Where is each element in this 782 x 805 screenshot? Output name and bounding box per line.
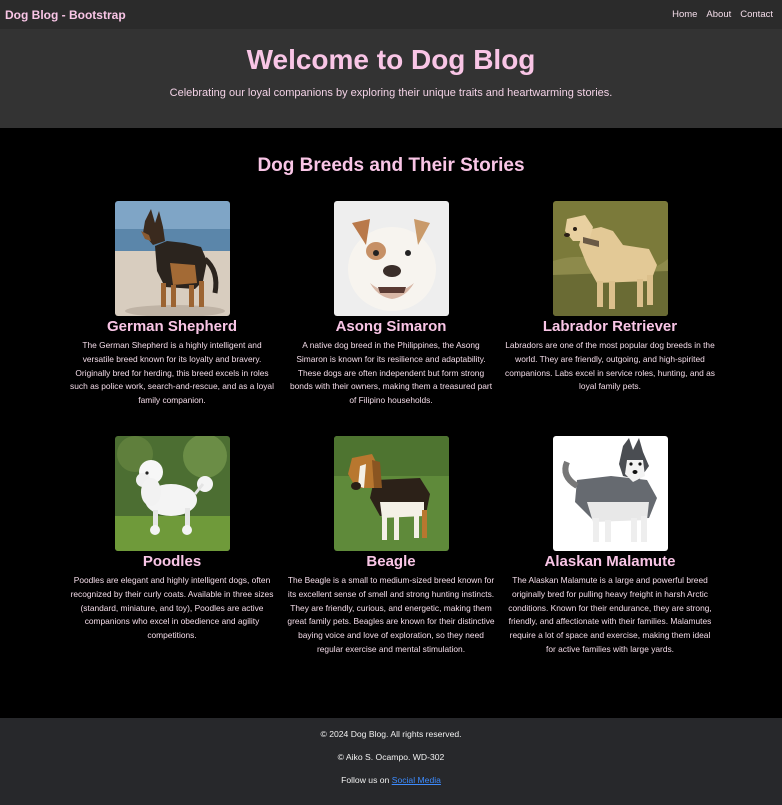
hero-title: Welcome to Dog Blog	[246, 44, 536, 75]
beagle-image	[333, 436, 449, 551]
nav-link-home[interactable]: Home	[672, 9, 697, 20]
section-title: Dog Breeds and Their Stories	[257, 155, 525, 176]
breed-name: Poodles	[142, 553, 202, 570]
nav-link-contact[interactable]: Contact	[740, 9, 773, 20]
nav-links: Home About Contact	[672, 9, 773, 20]
alaskan-malamute-image	[552, 436, 668, 551]
breed-name: Labrador Retriever	[542, 318, 678, 335]
breed-card-alaskan-malamute: Alaskan Malamute The Alaskan Malamute is…	[505, 436, 715, 657]
poodle-image	[114, 436, 230, 551]
nav-link-about[interactable]: About	[706, 9, 731, 20]
breed-description: Poodles are elegant and highly intellige…	[70, 575, 274, 641]
footer-copyright: © 2024 Dog Blog. All rights reserved.	[320, 729, 462, 739]
breed-name: Beagle	[366, 553, 416, 570]
brand-link[interactable]: Dog Blog - Bootstrap	[5, 8, 126, 22]
footer-follow: Follow us on Social Media	[0, 775, 782, 785]
breed-description: The German Shepherd is a highly intellig…	[70, 340, 274, 406]
breed-description: A native dog breed in the Philippines, t…	[289, 340, 493, 406]
breed-description: The Beagle is a small to medium-sized br…	[287, 575, 495, 654]
breed-description: The Alaskan Malamute is a large and powe…	[508, 575, 712, 654]
labrador-retriever-image	[552, 201, 668, 316]
social-media-link[interactable]: Social Media	[392, 775, 441, 785]
footer-follow-prefix: Follow us on	[341, 775, 392, 785]
breed-card-poodles: Poodles Poodles are elegant and highly i…	[67, 436, 277, 643]
breed-card-beagle: Beagle The Beagle is a small to medium-s…	[286, 436, 496, 657]
asong-simaron-image	[333, 201, 449, 316]
german-shepherd-image	[114, 201, 230, 316]
footer-author: © Aiko S. Ocampo. WD-302	[337, 752, 445, 762]
hero-subtitle: Celebrating our loyal companions by expl…	[169, 87, 613, 99]
breed-name: Asong Simaron	[335, 318, 447, 335]
hero-banner: Welcome to Dog Blog Celebrating our loya…	[0, 30, 782, 128]
breed-card-labrador-retriever: Labrador Retriever Labradors are one of …	[505, 201, 715, 394]
breed-name: Alaskan Malamute	[544, 553, 676, 570]
footer: © 2024 Dog Blog. All rights reserved. © …	[0, 718, 782, 805]
breed-card-asong-simaron: Asong Simaron A native dog breed in the …	[286, 201, 496, 408]
navbar: Dog Blog - Bootstrap Home About Contact	[0, 0, 782, 30]
breed-description: Labradors are one of the most popular do…	[505, 340, 715, 392]
breed-name: German Shepherd	[106, 318, 238, 335]
breed-card-german-shepherd: German Shepherd The German Shepherd is a…	[67, 201, 277, 408]
